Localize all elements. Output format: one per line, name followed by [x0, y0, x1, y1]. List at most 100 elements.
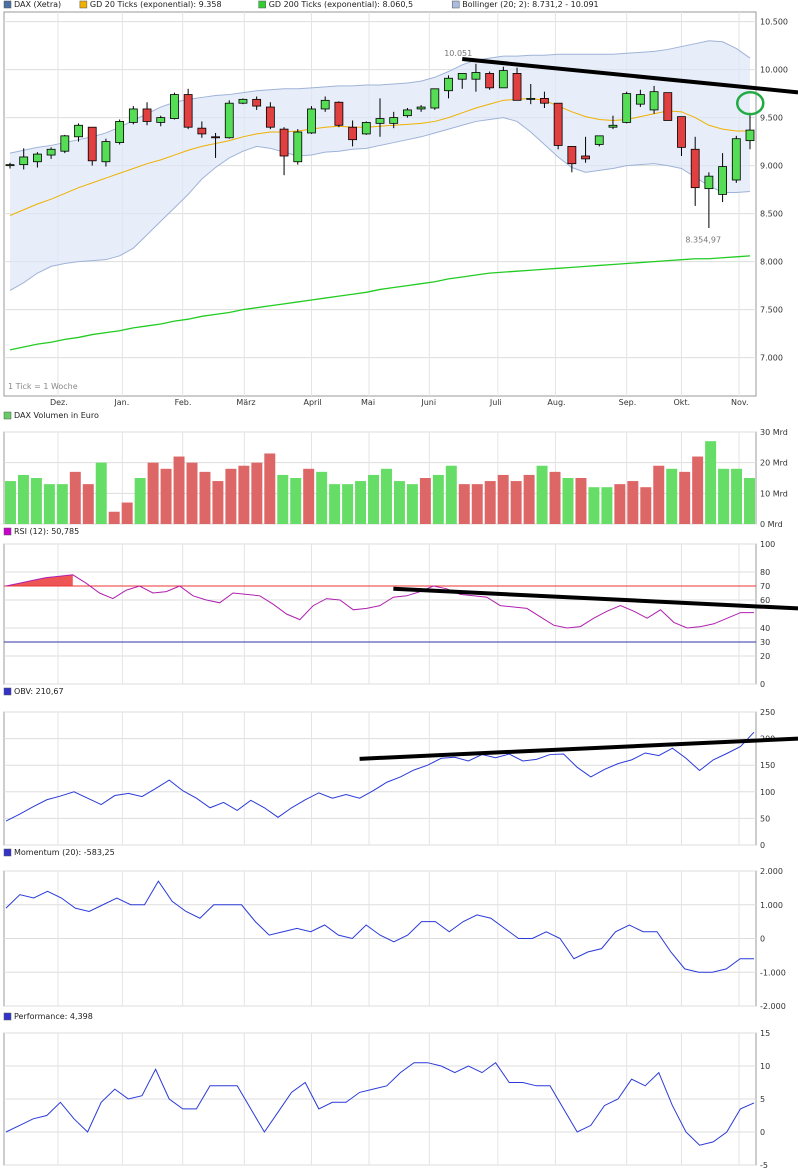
candle-body: [211, 136, 220, 139]
candle: [128, 106, 138, 125]
y-tick-label: 0: [760, 1128, 765, 1137]
volume-bar: [355, 481, 367, 524]
candle: [361, 121, 371, 135]
x-month-label: Juni: [420, 398, 436, 407]
panel-3: 250200150100500OBV: 210,67: [3, 687, 798, 850]
candle-body: [718, 166, 727, 195]
y-tick-label: 10.000: [760, 66, 788, 75]
dax-chart: 10.500 10.000 9.500 9.000 8.500 8.000 7.500 7.0…: [3, 0, 798, 1170]
y-tick-label: 0 Mrd: [760, 520, 783, 529]
candle-body: [307, 108, 316, 134]
candle-body: [567, 145, 577, 165]
candle-body: [457, 73, 467, 80]
legend-swatch: [3, 1012, 12, 1021]
volume-bar: [731, 468, 743, 524]
legend-swatch: [79, 0, 88, 9]
volume-bar: [601, 487, 613, 524]
candle-body: [731, 138, 741, 181]
panel-5: 15 10 5 0 -5 Performance: 4,398: [3, 1012, 770, 1170]
candle-body: [581, 155, 590, 160]
volume-bar: [238, 465, 250, 524]
candle-body: [87, 126, 97, 162]
volume-bar: [718, 468, 730, 524]
candle-body: [5, 164, 15, 167]
candle: [183, 88, 193, 130]
candle-body: [361, 122, 371, 135]
panel-1: 30 Mrd 20 Mrd 10 Mrd 0 Mrd DAX Volumen in Eu…: [3, 411, 788, 529]
volume-bar: [264, 453, 276, 524]
candle: [553, 102, 563, 150]
candle: [334, 101, 344, 128]
volume-bar: [562, 478, 574, 524]
candle-body: [46, 148, 56, 156]
y-tick-label: 10.500: [760, 18, 788, 27]
y-tick-label: 40: [760, 624, 770, 633]
candle-body: [156, 117, 166, 123]
y-tick-label: 7.000: [760, 354, 783, 363]
volume-bar: [419, 478, 431, 524]
candle-body: [142, 108, 152, 122]
legend-label: RSI (12): 50,785: [14, 527, 79, 536]
y-tick-label: -2.000: [760, 1002, 786, 1011]
candle-body: [170, 94, 179, 119]
candle-body: [471, 72, 481, 80]
volume-bar: [329, 484, 341, 524]
candle: [238, 98, 248, 105]
candle: [224, 100, 234, 139]
legend-label: DAX Volumen in Euro: [14, 411, 99, 420]
candle: [430, 88, 440, 110]
volume-bar: [406, 484, 418, 524]
candle: [170, 92, 179, 120]
y-tick-label: 9.000: [760, 162, 783, 171]
candle-body: [389, 117, 399, 124]
candle-body: [677, 116, 686, 148]
volume-bar: [225, 468, 237, 524]
y-tick-label: 9.500: [760, 114, 783, 123]
panel-0: 10.500 10.000 9.500 9.000 8.500 8.000 7.500 7.0…: [3, 0, 798, 407]
volume-bar: [342, 484, 354, 524]
legend-swatch: [3, 411, 12, 420]
volume-bar: [471, 484, 483, 524]
candle-body: [238, 98, 248, 104]
candle-body: [252, 98, 262, 107]
volume-bar: [160, 468, 172, 524]
y-tick-label: 7.500: [760, 306, 783, 315]
volume-bar: [290, 478, 302, 524]
candle-body: [512, 73, 522, 101]
candle: [485, 71, 495, 90]
candle-body: [74, 124, 83, 138]
volume-bar: [30, 478, 42, 524]
y-tick-label: 0: [760, 680, 765, 689]
candle-body: [348, 126, 357, 141]
volume-bar: [5, 481, 16, 524]
volume-bar: [445, 465, 457, 524]
y-tick-label: 1.000: [760, 901, 783, 910]
volume-bar: [627, 481, 639, 524]
volume-bar: [510, 481, 522, 524]
y-tick-label: 150: [760, 761, 775, 770]
volume-bar: [536, 465, 548, 524]
y-tick-label: 0: [760, 935, 765, 944]
legend-label: Performance: 4,398: [14, 1012, 93, 1021]
y-tick-label: 70: [760, 582, 770, 591]
volume-bar: [653, 465, 665, 524]
y-tick-label: 10: [760, 1062, 770, 1071]
candle-body: [553, 102, 563, 146]
candle-body: [265, 106, 275, 128]
volume-bar: [679, 471, 691, 524]
x-month-label: Aug.: [547, 398, 565, 407]
x-month-label: Nov.: [731, 398, 749, 407]
legend-label: DAX (Xetra): [14, 0, 61, 9]
candle-body: [375, 118, 385, 124]
candle-body: [403, 109, 412, 117]
panel-2: 100 80 70 60 40 30 20 0 RSI (12): 50,785: [3, 527, 798, 689]
candle-body: [526, 98, 536, 100]
volume-bar: [614, 484, 626, 524]
volume-bar: [303, 468, 315, 524]
volume-bar: [705, 441, 717, 524]
volume-bar: [251, 462, 263, 524]
candle-body: [334, 101, 344, 126]
volume-bar: [199, 471, 211, 524]
y-tick-label: -1.000: [760, 968, 786, 977]
volume-bar: [17, 474, 29, 524]
